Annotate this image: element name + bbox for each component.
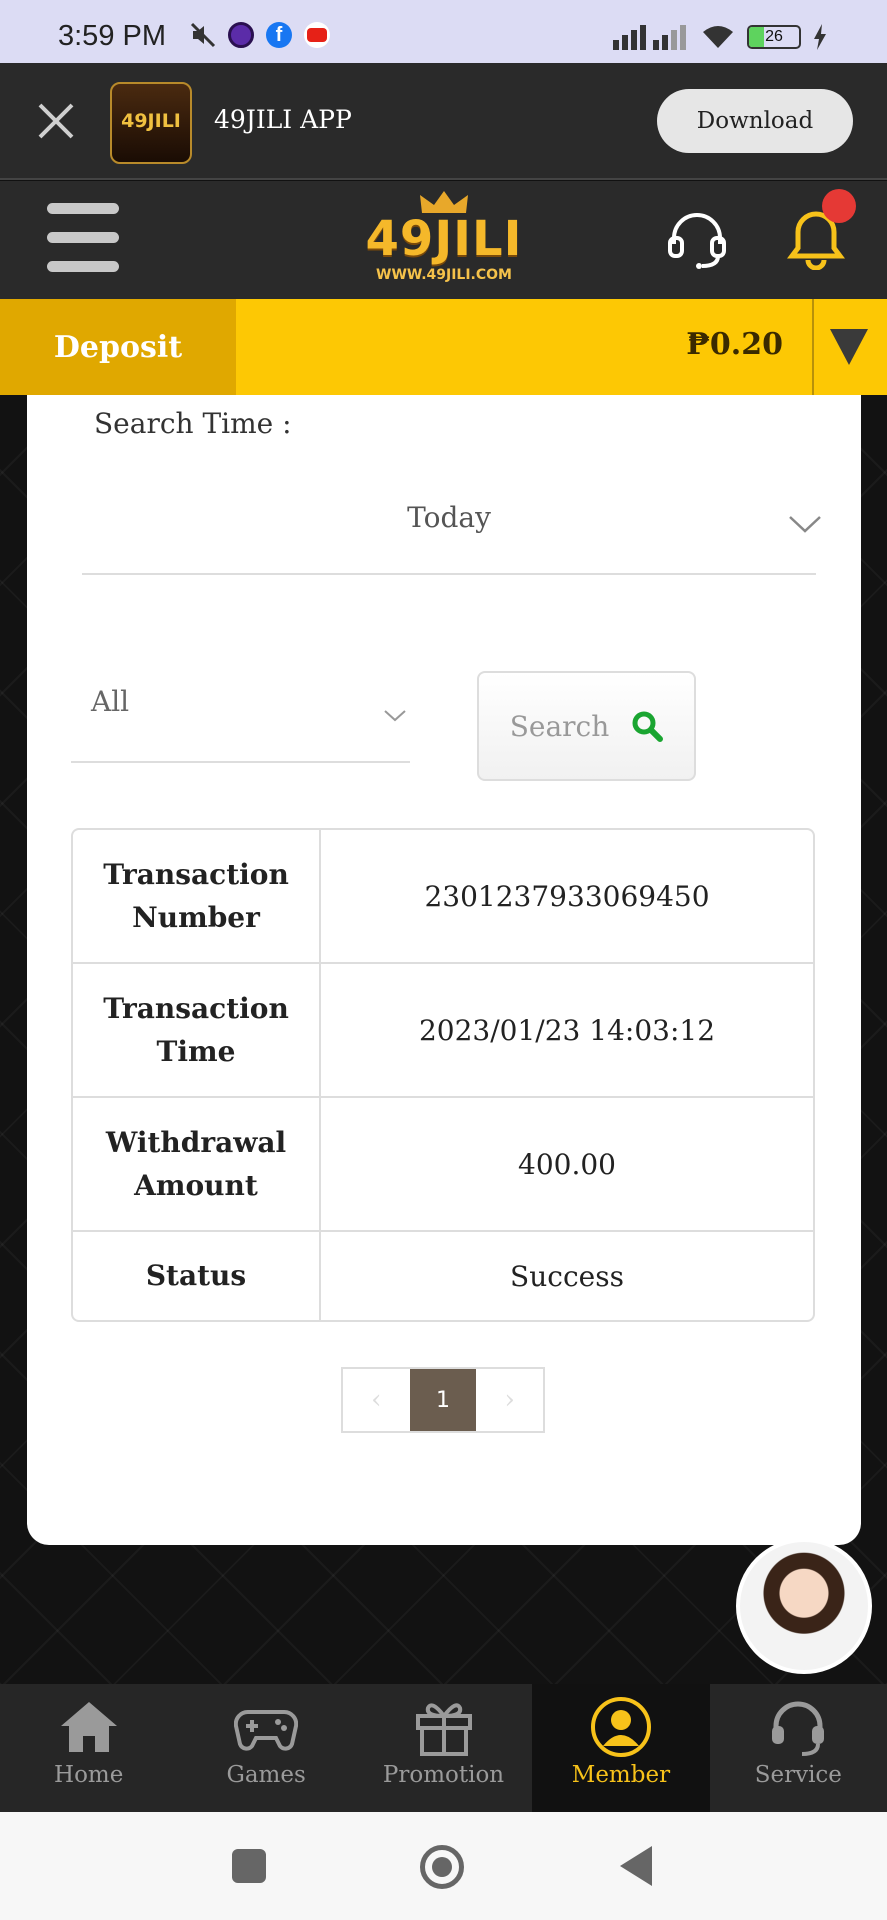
mute-icon (190, 22, 216, 48)
withdrawal-record-card: Search Time : Today All Search Transacti… (27, 395, 861, 1545)
facebook-icon: f (266, 22, 292, 48)
charging-icon (814, 24, 826, 50)
wifi-icon (703, 26, 733, 48)
status-value: Success (510, 1259, 624, 1293)
search-button[interactable]: Search (477, 671, 696, 781)
balance-divider (812, 299, 814, 395)
transaction-number-value: 2301237933069450 (424, 879, 710, 913)
app-logo: 49JILI (110, 82, 192, 164)
gift-icon (415, 1703, 472, 1756)
gamepad-icon (234, 1709, 299, 1751)
close-icon[interactable] (36, 101, 76, 141)
nav-member-label: Member (571, 1762, 671, 1788)
pagination-prev-button[interactable]: ‹ (343, 1369, 410, 1431)
brand-logo[interactable]: 49JILI WWW.49JILI.COM (358, 189, 530, 297)
caret-down-icon[interactable] (830, 329, 868, 365)
download-button[interactable]: Download (657, 89, 853, 153)
signal-icon (613, 25, 686, 50)
battery-level: 26 (765, 28, 783, 45)
table-row: Status Success (73, 1232, 813, 1320)
balance-bar: Deposit ₱0.20 (0, 299, 887, 395)
site-header: 49JILI WWW.49JILI.COM (0, 181, 887, 299)
transaction-table: Transaction Number 2301237933069450 Tran… (71, 828, 815, 1322)
app-icon (228, 22, 254, 48)
status-time: 3:59 PM (58, 20, 166, 52)
status-bar: 3:59 PM f 26 (0, 0, 887, 63)
status-label: Status (73, 1232, 321, 1320)
table-row: Transaction Time 2023/01/23 14:03:12 (73, 964, 813, 1098)
nav-service[interactable]: Service (710, 1684, 887, 1812)
home-button-icon[interactable] (420, 1845, 464, 1889)
transaction-number-label: Transaction Number (73, 830, 321, 962)
chevron-down-icon (384, 710, 406, 722)
transaction-time-value: 2023/01/23 14:03:12 (418, 1013, 716, 1047)
battery-icon: 26 (747, 25, 801, 49)
deposit-button[interactable]: Deposit (0, 299, 236, 395)
balance-amount: ₱0.20 (686, 327, 783, 362)
table-row: Transaction Number 2301237933069450 (73, 830, 813, 964)
crown-icon (420, 191, 468, 213)
type-select-value: All (91, 685, 130, 718)
brand-url: WWW.49JILI.COM (376, 267, 512, 283)
nav-games[interactable]: Games (177, 1684, 354, 1812)
search-button-label: Search (509, 709, 610, 743)
chevron-down-icon (789, 516, 821, 533)
live-chat-agent-avatar[interactable] (736, 1538, 872, 1674)
nav-home-label: Home (54, 1762, 124, 1788)
nav-service-label: Service (754, 1762, 842, 1788)
notification-dot (822, 189, 856, 223)
pagination: ‹ 1 › (341, 1367, 545, 1433)
status-system-icons: 26 (613, 24, 827, 50)
bottom-nav: Home Games Promotion Member Service (0, 1684, 887, 1812)
headset-icon (772, 1701, 825, 1756)
youtube-icon (304, 22, 330, 48)
transaction-time-label: Transaction Time (73, 964, 321, 1096)
pagination-next-button[interactable]: › (476, 1369, 543, 1431)
pagination-current-page[interactable]: 1 (409, 1369, 477, 1431)
search-icon (632, 711, 664, 742)
nav-home[interactable]: Home (0, 1684, 177, 1812)
search-time-label: Search Time : (94, 407, 292, 440)
nav-promotion-label: Promotion (382, 1762, 505, 1788)
time-range-select[interactable]: Today (82, 473, 821, 575)
nav-member[interactable]: Member (532, 1684, 710, 1812)
brand-name: 49JILI (365, 211, 523, 267)
withdrawal-amount-label: Withdrawal Amount (73, 1098, 321, 1230)
nav-games-label: Games (226, 1762, 306, 1788)
status-notification-icons: f (190, 22, 330, 48)
time-range-value: Today (407, 501, 491, 534)
member-icon (590, 1697, 651, 1757)
app-name: 49JILI APP (214, 105, 352, 134)
recent-apps-icon[interactable] (232, 1849, 266, 1883)
menu-icon[interactable] (47, 203, 119, 273)
nav-promotion[interactable]: Promotion (355, 1684, 532, 1812)
home-icon (60, 1702, 117, 1752)
type-select[interactable]: All (71, 655, 410, 763)
app-download-banner: 49JILI 49JILI APP Download (0, 63, 887, 180)
back-icon[interactable] (620, 1846, 652, 1886)
support-headset-icon[interactable] (666, 210, 728, 270)
table-row: Withdrawal Amount 400.00 (73, 1098, 813, 1232)
system-nav-bar (0, 1812, 887, 1920)
withdrawal-amount-value: 400.00 (518, 1147, 616, 1181)
